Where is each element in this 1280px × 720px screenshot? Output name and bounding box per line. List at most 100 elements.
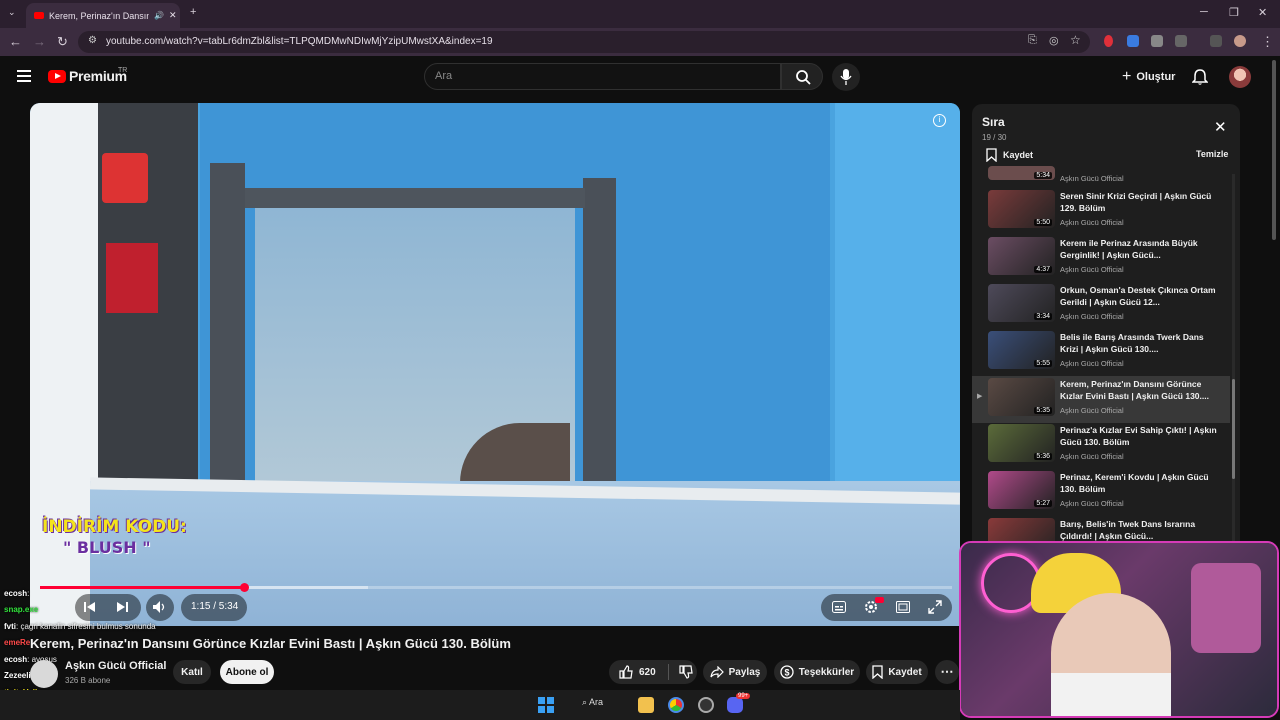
discord-icon[interactable] (727, 697, 743, 713)
obs-icon[interactable] (698, 697, 714, 713)
queue-item[interactable]: 4:37 Kerem ile Perinaz Arasında Büyük Ger… (972, 235, 1230, 282)
queue-item[interactable]: ▶ 5:35 Kerem, Perinaz'ın Dansını Görünce K… (972, 376, 1230, 423)
video-player[interactable]: i İNDİRİM KODU: " BLUSH " 1:15 / 5:34 (30, 103, 960, 626)
tab-search-icon[interactable]: ⌄ (8, 7, 16, 18)
queue-position: 19 / 30 (982, 133, 1007, 142)
info-icon[interactable]: i (933, 114, 946, 127)
chat-message: snap.exe (4, 605, 38, 614)
chat-username: ecosh (4, 655, 28, 664)
channel-name[interactable]: Aşkın Gücü Official (65, 660, 166, 672)
install-app-icon[interactable]: ⎘ (1028, 34, 1037, 47)
dislike-icon[interactable] (679, 665, 693, 679)
tab-title: Kerem, Perinaz'ın Dansını G (49, 10, 149, 21)
tab-close-icon[interactable]: ✕ (169, 10, 177, 21)
media-control-icon[interactable] (1210, 35, 1222, 47)
queue-item[interactable]: 5:27 Perinaz, Kerem'i Kovdu | Aşkın Gücü … (972, 469, 1230, 516)
file-explorer-icon[interactable] (638, 697, 654, 713)
queue-item[interactable]: 5:55 Belis ile Barış Arasında Twerk Dans … (972, 329, 1230, 376)
taskbar-search[interactable]: ⌕ Ara (582, 697, 603, 708)
share-icon (710, 666, 724, 678)
save-button[interactable]: Kaydet (866, 660, 928, 684)
queue-duration: 5:36 (1034, 453, 1052, 460)
more-actions-button[interactable]: ⋯ (935, 660, 959, 684)
extensions-puzzle-icon[interactable] (1175, 35, 1187, 47)
queue-save-button[interactable]: Kaydet (986, 148, 1033, 162)
start-windows-icon[interactable] (538, 697, 554, 713)
subscribe-button[interactable]: Abone ol (220, 660, 274, 684)
queue-item-channel: Aşkın Gücü Official (1060, 312, 1124, 321)
bookmark-star-icon[interactable]: ☆ (1070, 33, 1081, 47)
progress-bar[interactable] (40, 583, 952, 592)
queue-thumbnail: 5:34 (988, 166, 1055, 180)
create-label: Oluştur (1136, 71, 1176, 83)
queue-channel: Aşkın Gücü Official (1060, 174, 1124, 183)
queue-item[interactable]: Barış, Belis'in Twek Dans Israrına Çıldı… (972, 516, 1230, 544)
fullscreen-icon[interactable] (928, 600, 942, 614)
subtitles-icon[interactable] (832, 601, 846, 613)
window-close-icon[interactable]: ✕ (1258, 6, 1267, 19)
queue-item[interactable]: 5:36 Perinaz'a Kızlar Evi Sahip Çıktı! | … (972, 422, 1230, 469)
notifications-bell-icon[interactable] (1192, 69, 1208, 86)
search-input[interactable] (435, 70, 755, 82)
queue-duration: 5:50 (1034, 219, 1052, 226)
share-button[interactable]: Paylaş (703, 660, 767, 684)
queue-item-channel: Aşkın Gücü Official (1060, 218, 1124, 227)
queue-scrollbar[interactable] (1232, 174, 1235, 544)
playlist-queue-panel: Sıra 19 / 30 ✕ Kaydet Temizle 5:34 Aşkın… (972, 104, 1240, 544)
create-button[interactable]: + Oluştur (1116, 64, 1180, 90)
queue-item[interactable]: 5:50 Seren Sinir Krizi Geçirdi | Aşkın Gü… (972, 188, 1230, 235)
site-info-icon[interactable]: ⚙ (88, 35, 97, 46)
forward-icon[interactable]: → (33, 34, 46, 49)
like-dislike-group: 620 (609, 660, 697, 684)
reload-icon[interactable]: ↻ (57, 34, 68, 50)
chat-text: : çagri kanalin sifresini bulmus sonunda (16, 622, 156, 631)
like-count: 620 (639, 666, 656, 678)
minimize-icon[interactable]: ─ (1200, 6, 1208, 18)
extension-blue-icon[interactable] (1127, 35, 1139, 47)
theater-mode-icon[interactable] (896, 601, 910, 613)
queue-item-title: Perinaz'a Kızlar Evi Sahip Çıktı! | Aşkı… (1060, 425, 1217, 447)
extension-red-icon[interactable] (1104, 35, 1113, 47)
queue-item-title: Barış, Belis'in Twek Dans Israrına Çıldı… (1060, 519, 1196, 541)
queue-close-icon[interactable]: ✕ (1214, 118, 1227, 136)
queue-scroll-thumb[interactable] (1232, 379, 1235, 479)
queue-item-partial[interactable]: 5:34 Aşkın Gücü Official (972, 166, 1230, 184)
back-icon[interactable]: ← (9, 34, 22, 49)
profile-avatar-icon[interactable] (1234, 35, 1246, 47)
join-button[interactable]: Katıl (173, 660, 211, 684)
chat-username: emeRe (4, 638, 31, 647)
account-avatar[interactable] (1229, 66, 1251, 88)
queue-item-channel: Aşkın Gücü Official (1060, 406, 1124, 415)
search-button[interactable] (781, 63, 823, 90)
extension-gray-icon[interactable] (1151, 35, 1163, 47)
chrome-icon[interactable] (668, 697, 684, 713)
now-playing-icon: ▶ (977, 393, 983, 400)
volume-icon (153, 601, 165, 613)
progress-played (40, 586, 245, 589)
queue-thumbnail: 5:35 (988, 378, 1055, 416)
youtube-logo-icon[interactable] (48, 70, 66, 83)
voice-search-button[interactable] (832, 63, 860, 91)
queue-item[interactable]: 3:34 Orkun, Osman'a Destek Çıkınca Ortam … (972, 282, 1230, 329)
scene-red-box (106, 243, 158, 313)
queue-clear-button[interactable]: Temizle (1196, 149, 1228, 159)
menu-icon[interactable] (17, 70, 31, 82)
previous-icon[interactable] (84, 601, 96, 613)
eye-off-icon[interactable]: ◎ (1049, 34, 1059, 47)
search-box (424, 63, 781, 90)
browser-menu-icon[interactable]: ⋮ (1261, 34, 1274, 50)
address-bar[interactable]: ⚙ youtube.com/watch?v=tabLr6dmZbl&list=T… (78, 31, 1090, 53)
next-icon[interactable] (116, 601, 128, 613)
like-icon[interactable] (619, 665, 633, 679)
queue-item-title: Orkun, Osman'a Destek Çıkınca Ortam Geri… (1060, 285, 1216, 307)
svg-text:$: $ (784, 668, 789, 678)
page-scrollbar[interactable] (1272, 60, 1276, 240)
channel-avatar[interactable] (30, 660, 58, 688)
new-tab-button[interactable]: + (190, 6, 196, 18)
browser-tab[interactable]: Kerem, Perinaz'ın Dansını G 🔊 ✕ (26, 3, 180, 28)
queue-item-title: Kerem, Perinaz'ın Dansını Görünce Kızlar… (1060, 379, 1209, 401)
share-label: Paylaş (728, 666, 761, 678)
thanks-button[interactable]: $ Teşekkürler (774, 660, 860, 684)
restore-icon[interactable]: ❐ (1229, 6, 1239, 19)
scene-frame-top (245, 188, 585, 208)
